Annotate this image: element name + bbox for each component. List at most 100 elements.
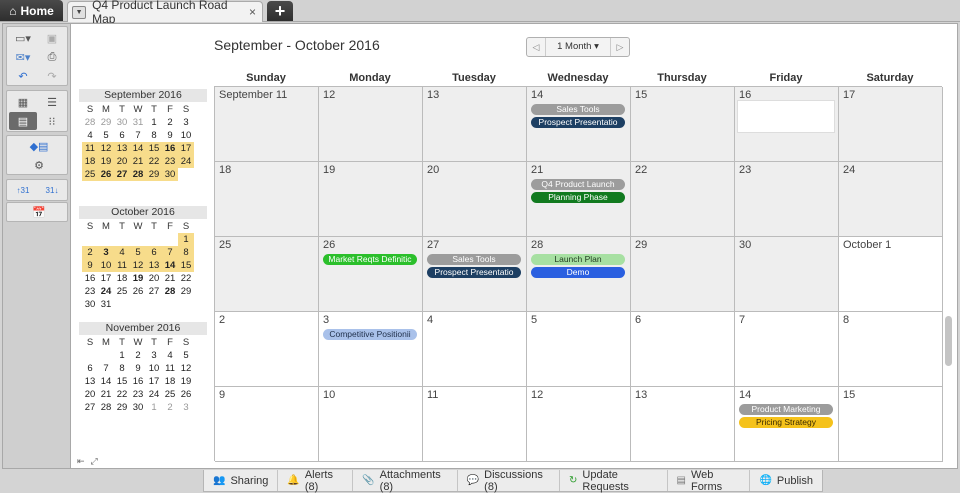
close-tab-icon[interactable]: × <box>249 5 256 19</box>
calendar-view-icon[interactable]: ▤ <box>9 112 37 130</box>
mini-calendar-day[interactable]: 11 <box>82 142 98 155</box>
mini-calendar-day[interactable]: 5 <box>178 349 194 362</box>
day-cell[interactable]: 3 <box>319 312 423 387</box>
mini-calendar-day[interactable]: 1 <box>146 401 162 414</box>
day-cell[interactable]: October 1 <box>839 237 943 312</box>
mini-calendar-day[interactable]: 2 <box>162 116 178 129</box>
day-cell[interactable]: 30 <box>735 237 839 312</box>
day-cell[interactable]: 12 <box>527 387 631 462</box>
calendar-event[interactable]: Market Reqts Definitic <box>323 254 417 265</box>
bottom-tab-attachments[interactable]: 📎 Attachments (8) <box>353 469 458 493</box>
calendar-event[interactable]: Q4 Product Launch <box>531 179 625 190</box>
mini-calendar-day[interactable]: 21 <box>98 388 114 401</box>
day-cell[interactable]: 7 <box>735 312 839 387</box>
day-cell[interactable]: 22 <box>631 162 735 237</box>
mini-calendar-day[interactable]: 1 <box>178 233 194 246</box>
mini-calendar-day[interactable]: 20 <box>146 272 162 285</box>
mini-calendar-day[interactable]: 12 <box>98 142 114 155</box>
view-range-select[interactable]: 1 Month ▾ <box>545 38 611 56</box>
mini-calendar-day[interactable]: 23 <box>82 285 98 298</box>
mini-calendar-day[interactable]: 9 <box>82 259 98 272</box>
calendar-event[interactable]: Planning Phase <box>531 192 625 203</box>
mini-calendar-day[interactable]: 8 <box>114 362 130 375</box>
day-cell[interactable]: 11 <box>423 387 527 462</box>
day-cell[interactable]: 12 <box>319 87 423 162</box>
undo-icon[interactable]: ↶ <box>9 67 37 85</box>
mini-calendar-day[interactable]: 7 <box>98 362 114 375</box>
mini-calendar-day[interactable]: 3 <box>146 349 162 362</box>
mini-calendar-day[interactable]: 25 <box>114 285 130 298</box>
mini-calendar-day[interactable]: 19 <box>178 375 194 388</box>
mini-calendar-day[interactable]: 3 <box>178 116 194 129</box>
mini-calendar-day[interactable]: 29 <box>178 285 194 298</box>
mini-calendar-day[interactable]: 11 <box>162 362 178 375</box>
mini-calendar-day[interactable]: 4 <box>82 129 98 142</box>
mini-calendar-day[interactable]: 24 <box>98 285 114 298</box>
mini-calendar-day[interactable]: 9 <box>130 362 146 375</box>
mini-calendar-day[interactable]: 18 <box>114 272 130 285</box>
print-icon[interactable]: ⎙ <box>38 48 66 66</box>
mini-calendar-day[interactable]: 6 <box>82 362 98 375</box>
mini-calendar-day[interactable]: 6 <box>146 246 162 259</box>
mini-calendar-day[interactable]: 28 <box>130 168 146 181</box>
mini-calendar-day[interactable]: 13 <box>114 142 130 155</box>
settings-icon[interactable]: ⚙ <box>24 156 54 174</box>
mini-calendar-day[interactable]: 24 <box>146 388 162 401</box>
mini-calendar-day[interactable]: 14 <box>98 375 114 388</box>
mini-calendar-day[interactable]: 27 <box>82 401 98 414</box>
bottom-tab-web-forms[interactable]: ▤ Web Forms <box>668 469 751 493</box>
day-cell[interactable]: 20 <box>423 162 527 237</box>
mini-calendar-day[interactable]: 19 <box>98 155 114 168</box>
day-cell[interactable]: 23 <box>735 162 839 237</box>
scrollbar-thumb[interactable] <box>945 316 952 366</box>
calendar-event[interactable]: Pricing Strategy <box>739 417 833 428</box>
mini-calendar-day[interactable]: 6 <box>114 129 130 142</box>
day-cell[interactable]: 15 <box>631 87 735 162</box>
day-cell[interactable]: 18 <box>215 162 319 237</box>
mini-calendar-day[interactable]: 13 <box>82 375 98 388</box>
week-start-sunday-icon[interactable]: ↑31 <box>9 181 37 199</box>
mini-calendar-day[interactable]: 16 <box>162 142 178 155</box>
day-cell[interactable]: 5 <box>527 312 631 387</box>
mini-calendar-day[interactable]: 26 <box>130 285 146 298</box>
mini-calendar-day[interactable]: 23 <box>162 155 178 168</box>
mini-calendar-day[interactable]: 31 <box>98 298 114 311</box>
mini-calendar-day[interactable]: 28 <box>98 401 114 414</box>
mini-calendar-day[interactable]: 3 <box>178 401 194 414</box>
bottom-tab-sharing[interactable]: 👥 Sharing <box>204 470 279 491</box>
mini-calendar-day[interactable]: 17 <box>178 142 194 155</box>
mini-calendar-day[interactable]: 19 <box>130 272 146 285</box>
mini-calendar-day[interactable]: 29 <box>114 401 130 414</box>
vertical-scrollbar[interactable] <box>943 86 954 461</box>
day-cell[interactable]: 26 <box>319 237 423 312</box>
mini-calendar-day[interactable]: 20 <box>82 388 98 401</box>
mini-calendar-day[interactable]: 4 <box>114 246 130 259</box>
mini-calendar-day[interactable]: 25 <box>82 168 98 181</box>
mini-calendar-day[interactable]: 10 <box>146 362 162 375</box>
mini-calendar-day[interactable]: 18 <box>82 155 98 168</box>
bottom-tab-publish[interactable]: 🌐 Publish <box>750 470 822 491</box>
mini-calendar-day[interactable]: 14 <box>162 259 178 272</box>
calendar-event[interactable]: Demo <box>531 267 625 278</box>
mini-calendar-day[interactable]: 23 <box>130 388 146 401</box>
next-period-button[interactable]: ▷ <box>611 42 629 53</box>
today-icon[interactable]: 📅 <box>24 203 54 221</box>
mini-calendar-day[interactable]: 8 <box>178 246 194 259</box>
mini-calendar-day[interactable]: 17 <box>146 375 162 388</box>
mini-calendar-day[interactable]: 27 <box>114 168 130 181</box>
mini-calendar-day[interactable]: 1 <box>114 349 130 362</box>
mini-calendar-day[interactable]: 29 <box>98 116 114 129</box>
new-sheet-icon[interactable]: ▭▾ <box>9 29 37 47</box>
calendar-event[interactable]: Sales Tools <box>531 104 625 115</box>
tab-dropdown-icon[interactable]: ▼ <box>72 5 87 19</box>
day-cell[interactable]: 13 <box>423 87 527 162</box>
mini-calendar-day[interactable]: 2 <box>82 246 98 259</box>
day-cell[interactable]: 24 <box>839 162 943 237</box>
mini-calendar-day[interactable]: 30 <box>130 401 146 414</box>
calendar-event[interactable]: Competitive Positionii <box>323 329 417 340</box>
mini-calendar-day[interactable]: 9 <box>162 129 178 142</box>
day-cell[interactable]: 16 <box>735 87 839 162</box>
day-cell[interactable]: 6 <box>631 312 735 387</box>
mini-calendar-day[interactable]: 2 <box>130 349 146 362</box>
mini-calendar-day[interactable]: 10 <box>178 129 194 142</box>
